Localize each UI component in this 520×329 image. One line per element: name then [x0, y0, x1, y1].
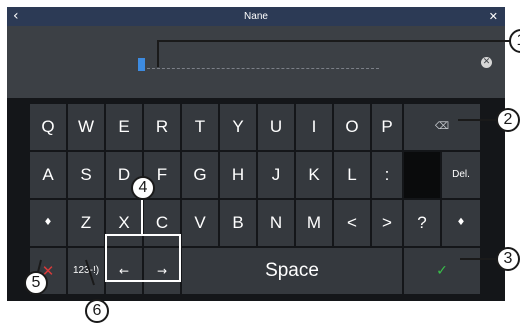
key-z[interactable]: Z [68, 200, 104, 246]
key-b[interactable]: B [220, 200, 256, 246]
key-n[interactable]: N [258, 200, 294, 246]
key-label: 123-!) [72, 265, 100, 276]
key-label: Z [80, 213, 92, 232]
input-placeholder-dashes [147, 68, 379, 69]
callout-5: 5 [24, 271, 48, 295]
key-label: Y [232, 117, 244, 136]
key-label: > [382, 213, 392, 232]
key-label: I [311, 117, 317, 136]
key-w[interactable]: W [68, 104, 104, 150]
key-y[interactable]: Y [220, 104, 256, 150]
key-label: M [306, 213, 322, 232]
keyboard-dialog: ‹ Nane ✕ ✕ Q W E R T Y U I O P ⌫ A S D F… [7, 7, 505, 301]
key-a[interactable]: A [30, 152, 66, 198]
cursor-left-button[interactable]: ← [106, 248, 142, 294]
check-icon: ✓ [436, 263, 448, 279]
close-icon[interactable]: ✕ [489, 7, 498, 26]
key-label: C [155, 213, 169, 232]
backspace-button[interactable]: ⌫ [404, 104, 480, 150]
key-e[interactable]: E [106, 104, 142, 150]
shift-left-button[interactable]: ♦ [30, 200, 66, 246]
backspace-icon: ⌫ [434, 121, 450, 132]
key-label: X [118, 213, 130, 232]
key-colon[interactable]: : [372, 152, 402, 198]
text-cursor [138, 58, 145, 71]
text-input-area[interactable]: ✕ [7, 26, 505, 98]
key-l[interactable]: L [334, 152, 370, 198]
key-g[interactable]: G [182, 152, 218, 198]
key-label: Space [265, 260, 319, 281]
key-label: L [347, 165, 357, 184]
key-greater-than[interactable]: > [372, 200, 402, 246]
key-label: Q [41, 117, 55, 136]
key-t[interactable]: T [182, 104, 218, 150]
key-j[interactable]: J [258, 152, 294, 198]
space-button[interactable]: Space [182, 248, 402, 294]
on-screen-keyboard: Q W E R T Y U I O P ⌫ A S D F G H J K L … [7, 98, 505, 301]
key-label: W [77, 117, 95, 136]
key-s[interactable]: S [68, 152, 104, 198]
key-x[interactable]: X [106, 200, 142, 246]
key-h[interactable]: H [220, 152, 256, 198]
key-label: < [347, 213, 357, 232]
key-label: J [271, 165, 281, 184]
ok-button[interactable]: ✓ [404, 248, 480, 294]
key-label: V [194, 213, 206, 232]
key-p[interactable]: P [372, 104, 402, 150]
key-label: : [384, 165, 390, 184]
left-arrow-icon: ← [118, 264, 130, 278]
blank-key [404, 152, 440, 198]
callout-3: 3 [496, 247, 520, 271]
key-u[interactable]: U [258, 104, 294, 150]
key-label: B [232, 213, 244, 232]
key-label: T [194, 117, 206, 136]
key-label: E [118, 117, 130, 136]
shift-icon: ♦ [43, 217, 53, 228]
key-question[interactable]: ? [404, 200, 440, 246]
key-q[interactable]: Q [30, 104, 66, 150]
key-label: G [193, 165, 207, 184]
key-label: A [42, 165, 54, 184]
shift-right-button[interactable]: ♦ [442, 200, 480, 246]
callout-2: 2 [496, 108, 520, 132]
key-label: H [231, 165, 245, 184]
shift-icon: ♦ [456, 217, 466, 228]
key-m[interactable]: M [296, 200, 332, 246]
key-o[interactable]: O [334, 104, 370, 150]
delete-button[interactable]: Del. [442, 152, 480, 198]
mode-switch-button[interactable]: 123-!) [68, 248, 104, 294]
key-label: O [345, 117, 359, 136]
right-arrow-icon: → [156, 264, 168, 278]
key-v[interactable]: V [182, 200, 218, 246]
cursor-right-button[interactable]: → [144, 248, 180, 294]
key-label: R [155, 117, 169, 136]
key-label: U [269, 117, 283, 136]
callout-6: 6 [85, 299, 109, 323]
key-label: P [381, 117, 393, 136]
key-label: K [308, 165, 320, 184]
key-less-than[interactable]: < [334, 200, 370, 246]
key-r[interactable]: R [144, 104, 180, 150]
key-label: Del. [452, 169, 470, 180]
callout-1: 1 [509, 29, 520, 53]
key-label: N [269, 213, 283, 232]
key-i[interactable]: I [296, 104, 332, 150]
key-label: ? [417, 213, 427, 232]
key-label: S [80, 165, 92, 184]
callout-4: 4 [131, 176, 155, 200]
key-k[interactable]: K [296, 152, 332, 198]
dialog-title: Nane [244, 11, 268, 22]
clear-input-icon[interactable]: ✕ [481, 57, 492, 68]
title-bar: ‹ Nane ✕ [7, 7, 505, 26]
key-c[interactable]: C [144, 200, 180, 246]
